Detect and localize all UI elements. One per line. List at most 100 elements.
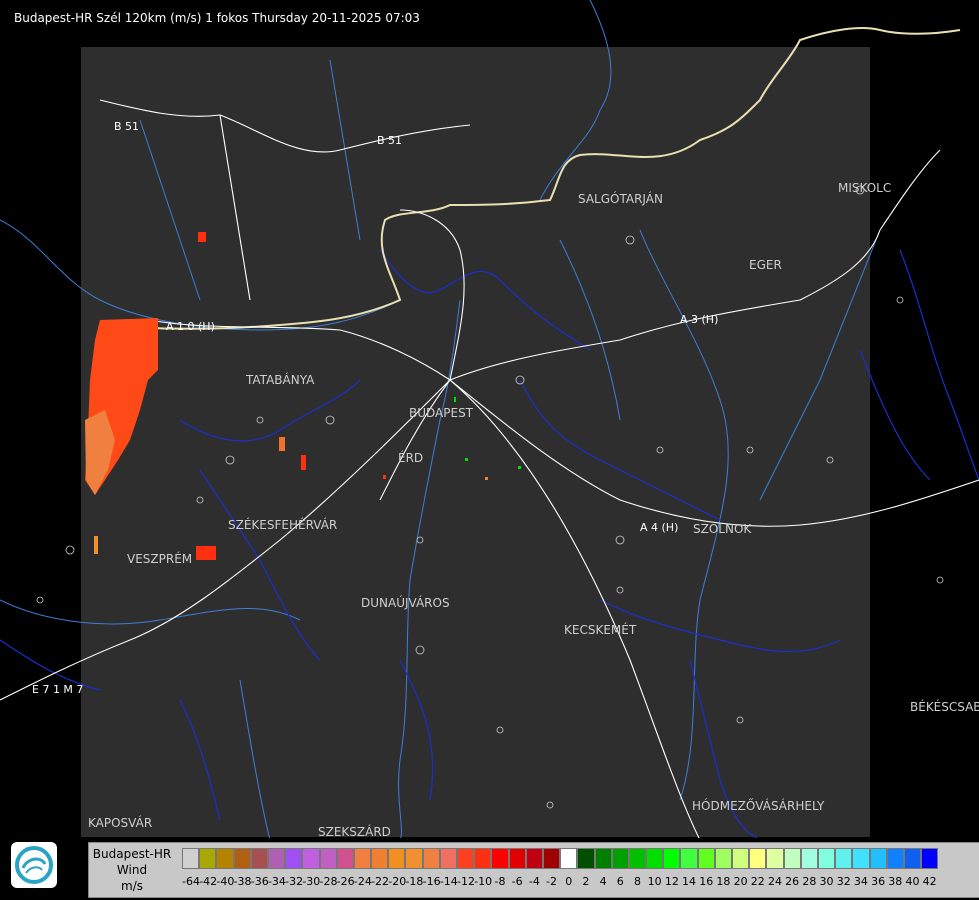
legend-tick: -26 — [336, 875, 355, 888]
echo-w2 — [301, 455, 306, 470]
legend-tick: 32 — [836, 875, 851, 888]
city-label: SZEKSZÁRD — [318, 825, 391, 839]
legend-title-line2: Wind — [116, 863, 148, 877]
legend-tick: -18 — [405, 875, 424, 888]
legend-tick: -4 — [528, 875, 540, 888]
echo-sw — [94, 536, 98, 554]
legend-tick: 28 — [802, 875, 817, 888]
legend-swatch — [371, 848, 389, 869]
radar-map — [0, 0, 979, 841]
legend-swatch — [766, 848, 784, 869]
echo-w1 — [279, 437, 285, 451]
map-title: Budapest-HR Szél 120km (m/s) 1 fokos Thu… — [14, 11, 420, 25]
echo-bp-orange — [485, 477, 488, 480]
legend-tick: -38 — [233, 875, 252, 888]
legend-tick: -40 — [216, 875, 235, 888]
legend-swatch — [457, 848, 475, 869]
city-label: KAPOSVÁR — [88, 816, 153, 830]
city-label: DUNAÚJVÁROS — [361, 596, 450, 610]
met-service-logo — [11, 842, 57, 888]
legend-tick: 18 — [716, 875, 731, 888]
legend-swatch — [405, 848, 423, 869]
legend-tick: -16 — [422, 875, 441, 888]
echo-bp-green3 — [454, 397, 456, 402]
echo-bp-green2 — [518, 466, 521, 469]
legend-tick: 38 — [888, 875, 903, 888]
legend-tick: -12 — [457, 875, 475, 888]
legend-swatch — [560, 848, 578, 869]
legend-swatch — [525, 848, 543, 869]
legend-swatch — [817, 848, 836, 869]
city-label: MISKOLC — [838, 181, 892, 195]
wind-legend: Budapest-HR Wind m/s -64 -42 -40 -38 -36 -34-… — [88, 842, 979, 898]
legend-tick: -20 — [388, 875, 407, 888]
legend-swatch — [869, 848, 887, 869]
legend-swatch — [250, 848, 268, 869]
legend-swatch — [508, 848, 526, 869]
legend-tick: 20 — [733, 875, 748, 888]
legend-swatch — [302, 848, 320, 869]
legend-swatch — [732, 848, 750, 869]
legend-swatch — [594, 848, 612, 869]
legend-tick: 4 — [599, 875, 607, 888]
legend-tick: 2 — [582, 875, 590, 888]
legend-tick: 34 — [853, 875, 868, 888]
legend-swatch — [319, 848, 337, 869]
legend-tick: 22 — [750, 875, 765, 888]
legend-tick: -6 — [511, 875, 523, 888]
legend-swatch — [182, 848, 200, 869]
legend-tick: -22 — [371, 875, 390, 888]
radar-domain — [81, 47, 870, 837]
road-label: A 1 0 (H) — [166, 320, 215, 333]
road-label: A 4 (H) — [640, 521, 679, 534]
road-label: A 3 (H) — [680, 313, 719, 326]
legend-tick: -10 — [474, 875, 493, 888]
legend-tick: -8 — [494, 875, 506, 888]
legend-tick: 8 — [633, 875, 641, 888]
legend-swatch — [886, 848, 904, 869]
legend-swatch — [199, 848, 217, 869]
city-label: EGER — [749, 258, 782, 272]
city-label: SZOLNOK — [693, 522, 752, 536]
echo-bp-green — [465, 458, 468, 461]
legend-tick: 16 — [699, 875, 714, 888]
city-label: VESZPRÉM — [127, 552, 193, 566]
legend-tick: -32 — [285, 875, 304, 888]
legend-swatch — [439, 848, 457, 869]
echo-n — [198, 232, 206, 242]
city-label: SALGÓTARJÁN — [578, 192, 663, 206]
legend-tick: 6 — [616, 875, 624, 888]
legend-swatch — [267, 848, 286, 869]
legend-swatch — [422, 848, 440, 869]
legend-tick: -42 — [199, 875, 218, 888]
city-label: KECSKEMÉT — [564, 623, 637, 637]
legend-tick: -64 — [182, 875, 200, 888]
legend-swatches — [182, 848, 939, 869]
legend-tick: 42 — [922, 875, 937, 888]
legend-tick: 10 — [647, 875, 662, 888]
legend-swatch — [783, 848, 801, 869]
legend-swatch — [697, 848, 715, 869]
legend-swatch — [542, 848, 561, 869]
legend-tick: 14 — [682, 875, 697, 888]
legend-swatch — [903, 848, 922, 869]
legend-tick: 26 — [785, 875, 800, 888]
legend-swatch — [285, 848, 303, 869]
legend-tick: -30 — [302, 875, 321, 888]
city-label: BÉKÉSCSABA — [910, 700, 979, 714]
legend-swatch — [491, 848, 509, 869]
legend-swatch — [800, 848, 818, 869]
legend-swatch — [835, 848, 853, 869]
legend-swatch — [628, 848, 647, 869]
legend-tick: -24 — [353, 875, 372, 888]
legend-tick: 24 — [767, 875, 782, 888]
legend-swatch — [663, 848, 681, 869]
legend-swatch — [388, 848, 406, 869]
city-label: SZÉKESFEHÉRVÁR — [228, 518, 338, 532]
legend-swatch — [646, 848, 664, 869]
legend-tick: 0 — [565, 875, 573, 888]
city-label: TATABÁNYA — [246, 373, 315, 387]
echo-veszprem — [196, 546, 216, 560]
legend-swatch — [577, 848, 595, 869]
city-label: ÉRD — [398, 451, 424, 465]
